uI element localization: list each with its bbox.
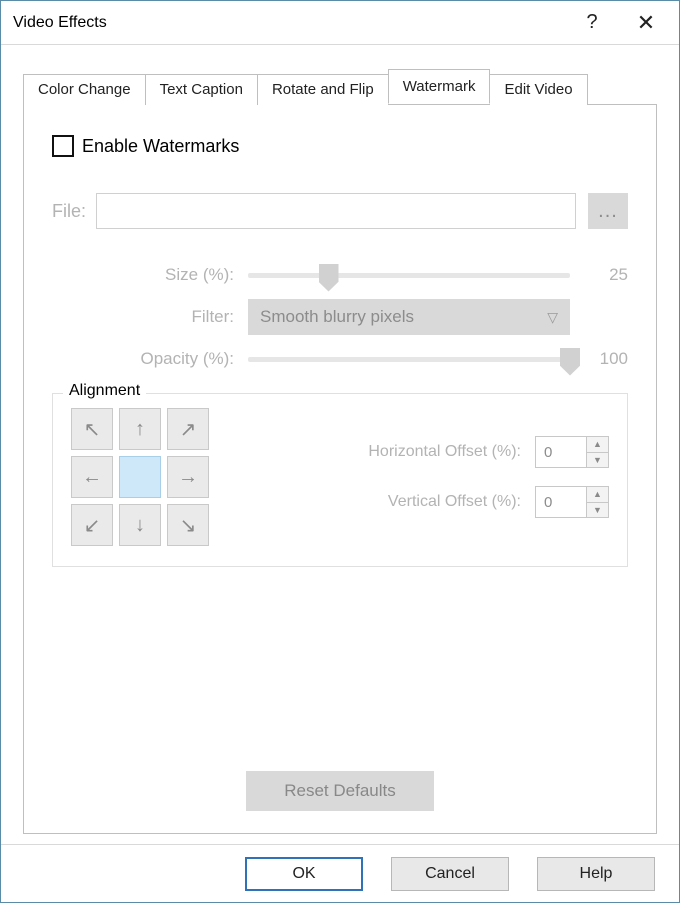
help-icon[interactable]: ? — [565, 1, 619, 45]
arrow-sw-icon: ↙ — [84, 513, 101, 538]
size-label: Size (%): — [78, 265, 248, 285]
v-offset-up[interactable]: ▲ — [587, 487, 608, 502]
align-right[interactable]: → — [167, 456, 209, 498]
browse-button[interactable]: ... — [588, 193, 628, 229]
tab-text-caption[interactable]: Text Caption — [145, 74, 258, 105]
file-label: File: — [52, 201, 86, 222]
tab-watermark[interactable]: Watermark — [388, 69, 491, 104]
opacity-slider[interactable] — [248, 357, 570, 362]
v-offset-row: Vertical Offset (%): 0 ▲ ▼ — [269, 486, 609, 518]
align-bottom[interactable]: ↓ — [119, 504, 161, 546]
filter-select[interactable]: Smooth blurry pixels ▽ — [248, 299, 570, 335]
tab-rotate-and-flip[interactable]: Rotate and Flip — [257, 74, 389, 105]
opacity-label: Opacity (%): — [78, 349, 248, 369]
dialog-footer: OK Cancel Help — [1, 844, 679, 902]
arrow-e-icon: → — [178, 466, 198, 489]
alignment-grid: ↖ ↑ ↗ ← → ↙ ↓ ↘ — [71, 408, 209, 546]
tab-edit-video[interactable]: Edit Video — [489, 74, 587, 105]
v-offset-down[interactable]: ▼ — [587, 502, 608, 518]
help-button[interactable]: Help — [537, 857, 655, 891]
opacity-slider-thumb[interactable] — [560, 348, 580, 376]
ok-button[interactable]: OK — [245, 857, 363, 891]
dialog-body: Color Change Text Caption Rotate and Fli… — [1, 45, 679, 844]
arrow-nw-icon: ↖ — [84, 417, 101, 442]
filter-label: Filter: — [78, 307, 248, 327]
titlebar: Video Effects ? ✕ — [1, 1, 679, 45]
chevron-down-icon: ▽ — [547, 309, 558, 326]
size-value: 25 — [570, 265, 628, 285]
h-offset-down[interactable]: ▼ — [587, 452, 608, 468]
offset-controls: Horizontal Offset (%): 0 ▲ ▼ — [269, 436, 609, 518]
window-title: Video Effects — [13, 14, 565, 32]
cancel-button[interactable]: Cancel — [391, 857, 509, 891]
arrow-se-icon: ↘ — [180, 513, 197, 538]
enable-watermarks-label: Enable Watermarks — [82, 136, 239, 157]
arrow-w-icon: ← — [82, 466, 102, 489]
filter-row: Filter: Smooth blurry pixels ▽ 0 — [78, 299, 628, 335]
h-offset-up[interactable]: ▲ — [587, 437, 608, 452]
h-offset-label: Horizontal Offset (%): — [368, 443, 521, 461]
v-offset-input[interactable]: 0 — [535, 486, 587, 518]
ellipsis-icon: ... — [598, 200, 618, 223]
alignment-legend: Alignment — [63, 382, 146, 400]
size-slider-thumb[interactable] — [319, 264, 339, 292]
arrow-s-icon: ↓ — [135, 514, 145, 537]
align-top[interactable]: ↑ — [119, 408, 161, 450]
watermark-form: File: ... Size (%): 25 — [52, 193, 628, 567]
v-offset-label: Vertical Offset (%): — [388, 493, 521, 511]
filter-value: Smooth blurry pixels — [260, 307, 414, 327]
align-bottom-left[interactable]: ↙ — [71, 504, 113, 546]
align-top-left[interactable]: ↖ — [71, 408, 113, 450]
video-effects-dialog: Video Effects ? ✕ Color Change Text Capt… — [0, 0, 680, 903]
enable-watermarks-checkbox[interactable] — [52, 135, 74, 157]
reset-defaults-button[interactable]: Reset Defaults — [246, 771, 434, 811]
arrow-ne-icon: ↗ — [180, 417, 197, 442]
tab-color-change[interactable]: Color Change — [23, 74, 146, 105]
align-center[interactable] — [119, 456, 161, 498]
size-row: Size (%): 25 — [78, 265, 628, 285]
close-icon[interactable]: ✕ — [619, 1, 673, 45]
h-offset-input[interactable]: 0 — [535, 436, 587, 468]
h-offset-stepper: ▲ ▼ — [587, 436, 609, 468]
file-row: File: ... — [52, 193, 628, 229]
tab-strip: Color Change Text Caption Rotate and Fli… — [23, 69, 657, 104]
align-top-right[interactable]: ↗ — [167, 408, 209, 450]
size-slider[interactable] — [248, 273, 570, 278]
v-offset-stepper: ▲ ▼ — [587, 486, 609, 518]
align-bottom-right[interactable]: ↘ — [167, 504, 209, 546]
arrow-n-icon: ↑ — [135, 418, 145, 441]
h-offset-row: Horizontal Offset (%): 0 ▲ ▼ — [269, 436, 609, 468]
opacity-row: Opacity (%): 100 — [78, 349, 628, 369]
enable-watermarks-row: Enable Watermarks — [52, 135, 628, 157]
file-input[interactable] — [96, 193, 576, 229]
alignment-group: Alignment ↖ ↑ ↗ ← → ↙ ↓ ↘ — [52, 393, 628, 567]
watermark-panel: Enable Watermarks File: ... Size (%): — [23, 104, 657, 834]
align-left[interactable]: ← — [71, 456, 113, 498]
